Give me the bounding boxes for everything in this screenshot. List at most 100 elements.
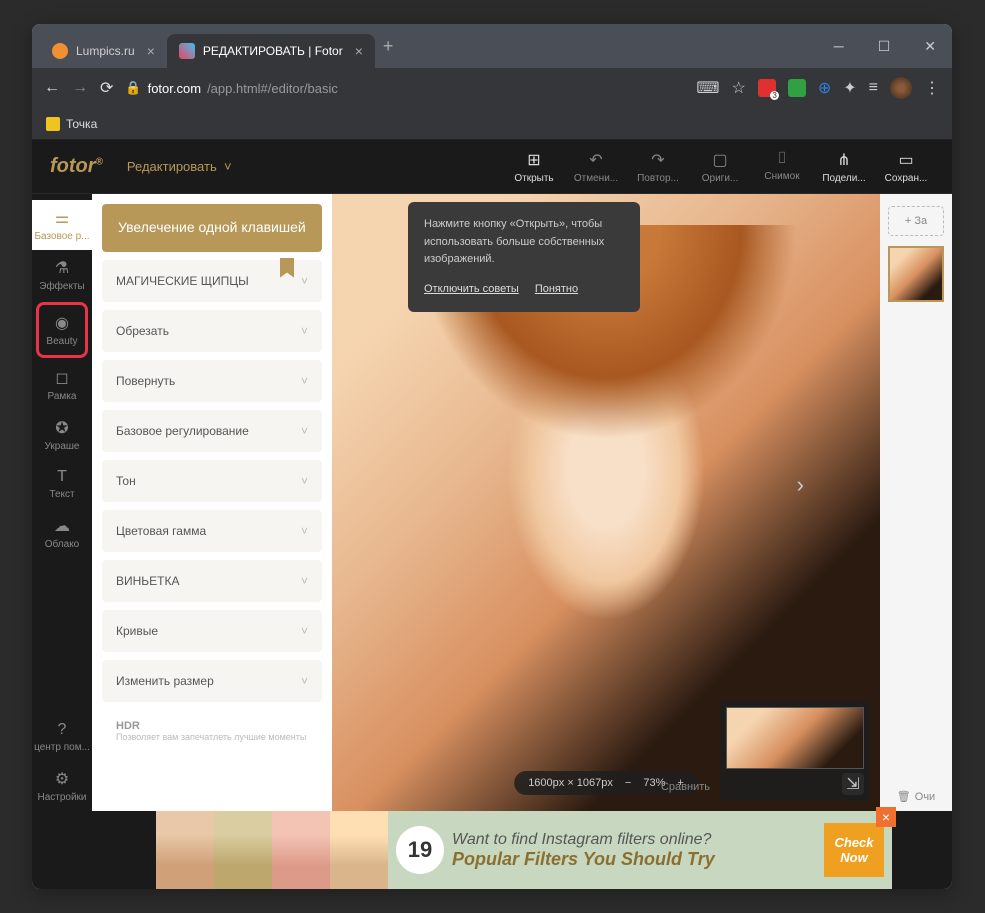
ad-cta-button[interactable]: CheckNow — [824, 823, 884, 877]
new-tab-button[interactable]: + — [383, 36, 394, 57]
share-icon: ⋔ — [837, 150, 850, 170]
collapse-icon[interactable]: ⇲ — [842, 773, 864, 795]
acc-crop[interactable]: Обрезать˅ — [102, 310, 322, 352]
text-icon: T — [57, 468, 67, 486]
acc-curves[interactable]: Кривые˅ — [102, 610, 322, 652]
tool-snapshot[interactable]: ⌷Снимок — [754, 146, 810, 188]
favicon — [52, 43, 68, 59]
lock-icon: 🔒 — [125, 80, 141, 96]
bookmark-folder-icon — [46, 117, 60, 131]
ad-banner[interactable]: 19 Want to find Instagram filters online… — [156, 811, 892, 889]
ext-globe-icon[interactable]: ⊕ — [818, 78, 831, 98]
browser-window: Lumpics.ru × РЕДАКТИРОВАТЬ | Fotor × + ─… — [32, 24, 952, 889]
tool-original[interactable]: ▢Ориги... — [692, 146, 748, 188]
acc-hdr[interactable]: HDRПозволяет вам запечатлеть лучшие моме… — [102, 710, 322, 752]
rail-beauty[interactable]: ◉Beauty — [36, 302, 88, 358]
acc-rotate[interactable]: Повернуть˅ — [102, 360, 322, 402]
tab-title: Lumpics.ru — [76, 44, 135, 58]
canvas[interactable]: Нажмите кнопку «Открыть», чтобы использо… — [332, 194, 880, 811]
maximize-button[interactable]: ☐ — [870, 34, 899, 59]
fotor-logo[interactable]: fotor® — [50, 155, 103, 178]
titlebar: Lumpics.ru × РЕДАКТИРОВАТЬ | Fotor × + ─… — [32, 24, 952, 68]
navigator[interactable]: ⇲ — [720, 701, 870, 801]
eye-icon: ◉ — [55, 313, 69, 333]
image-thumbnail[interactable] — [888, 246, 944, 302]
add-image-button[interactable]: + За — [888, 206, 944, 236]
tip-disable-link[interactable]: Отключить советы — [424, 281, 519, 299]
help-icon: ? — [58, 721, 67, 739]
rail-settings[interactable]: ⚙Настройки — [32, 761, 92, 811]
ad-close-button[interactable]: × — [876, 807, 896, 827]
tool-undo[interactable]: ↶Отмени... — [568, 146, 624, 188]
gear-icon: ⚙ — [55, 769, 69, 789]
extensions-icon[interactable]: ✦ — [843, 78, 856, 98]
ext-check-icon[interactable] — [788, 79, 806, 97]
side-panel: Увелечение одной клавишей МАГИЧЕСКИЕ ЩИП… — [92, 194, 332, 811]
acc-magic[interactable]: МАГИЧЕСКИЕ ЩИПЦЫ˅ — [102, 260, 322, 302]
url-path: /app.html#/editor/basic — [207, 81, 338, 96]
bookmark-item[interactable]: Точка — [66, 117, 97, 131]
mode-selector[interactable]: Редактировать ˅ — [127, 159, 232, 174]
clear-button[interactable]: 🗑Очи — [897, 790, 935, 803]
ext-adblock-icon[interactable]: 3 — [758, 79, 776, 97]
sliders-icon: ⚌ — [55, 208, 69, 228]
toolbar-icons: ⌨ ☆ 3 ⊕ ✦ ≡ ⋮ — [696, 77, 940, 99]
trash-icon: 🗑 — [897, 790, 911, 803]
close-button[interactable]: ✕ — [916, 34, 944, 59]
left-rail: ⚌Базовое р... ⚗Эффекты ◉Beauty ◻Рамка ✪У… — [32, 194, 92, 811]
compare-button[interactable]: Сравнить — [661, 781, 710, 793]
app-body: ⚌Базовое р... ⚗Эффекты ◉Beauty ◻Рамка ✪У… — [32, 194, 952, 811]
bookmarks-bar: Точка — [32, 108, 952, 140]
rail-cloud[interactable]: ☁Облако — [32, 508, 92, 558]
next-image-button[interactable]: › — [797, 472, 804, 498]
tool-open[interactable]: ⊞Открыть — [506, 146, 562, 188]
close-icon[interactable]: × — [355, 43, 363, 59]
undo-icon: ↶ — [589, 150, 602, 170]
chevron-down-icon: ˅ — [301, 374, 308, 388]
rail-help[interactable]: ?центр пом... — [32, 713, 92, 761]
back-button[interactable]: ← — [44, 79, 60, 97]
tab-fotor[interactable]: РЕДАКТИРОВАТЬ | Fotor × — [167, 34, 375, 68]
acc-color[interactable]: Цветовая гамма˅ — [102, 510, 322, 552]
image-plus-icon: ⊞ — [527, 150, 540, 170]
chevron-down-icon: ˅ — [301, 274, 308, 288]
profile-avatar[interactable] — [890, 77, 912, 99]
acc-resize[interactable]: Изменить размер˅ — [102, 660, 322, 702]
dimensions-label: 1600px × 1067px — [528, 777, 613, 789]
favicon — [179, 43, 195, 59]
chevron-down-icon: ˅ — [301, 524, 308, 538]
reload-button[interactable]: ⟳ — [100, 78, 113, 98]
tool-share[interactable]: ⋔Подели... — [816, 146, 872, 188]
top-toolbar: ⊞Открыть ↶Отмени... ↷Повтор... ▢Ориги...… — [506, 146, 934, 188]
rail-frame[interactable]: ◻Рамка — [32, 360, 92, 410]
rail-sticker[interactable]: ✪Украше — [32, 410, 92, 460]
forward-button[interactable]: → — [72, 79, 88, 97]
url-domain: fotor.com — [148, 81, 201, 96]
tip-ok-link[interactable]: Понятно — [535, 281, 578, 299]
star-icon[interactable]: ☆ — [732, 78, 746, 98]
chevron-down-icon: ˅ — [301, 424, 308, 438]
image-icon: ▢ — [712, 150, 727, 170]
acc-basic-adjust[interactable]: Базовое регулирование˅ — [102, 410, 322, 452]
tool-save[interactable]: ▭Сохран... — [878, 146, 934, 188]
one-tap-enhance[interactable]: Увелечение одной клавишей — [102, 204, 322, 252]
zoom-out-button[interactable]: − — [625, 777, 631, 789]
navigator-thumb[interactable] — [726, 707, 864, 769]
tool-redo[interactable]: ↷Повтор... — [630, 146, 686, 188]
chevron-down-icon: ˅ — [301, 474, 308, 488]
acc-vignette[interactable]: ВИНЬЕТКА˅ — [102, 560, 322, 602]
rail-text[interactable]: TТекст — [32, 460, 92, 508]
window-controls: ─ ☐ ✕ — [826, 34, 944, 59]
acc-tone[interactable]: Тон˅ — [102, 460, 322, 502]
menu-icon[interactable]: ⋮ — [924, 78, 940, 98]
rail-basic[interactable]: ⚌Базовое р... — [32, 200, 92, 250]
chevron-down-icon: ˅ — [301, 674, 308, 688]
tab-lumpics[interactable]: Lumpics.ru × — [40, 34, 167, 68]
rail-effects[interactable]: ⚗Эффекты — [32, 250, 92, 300]
url-field[interactable]: 🔒 fotor.com/app.html#/editor/basic — [125, 80, 684, 96]
minimize-button[interactable]: ─ — [826, 34, 852, 59]
close-icon[interactable]: × — [147, 43, 155, 59]
chevron-down-icon: ˅ — [301, 574, 308, 588]
translate-icon[interactable]: ⌨ — [696, 78, 719, 98]
reading-list-icon[interactable]: ≡ — [869, 79, 878, 97]
